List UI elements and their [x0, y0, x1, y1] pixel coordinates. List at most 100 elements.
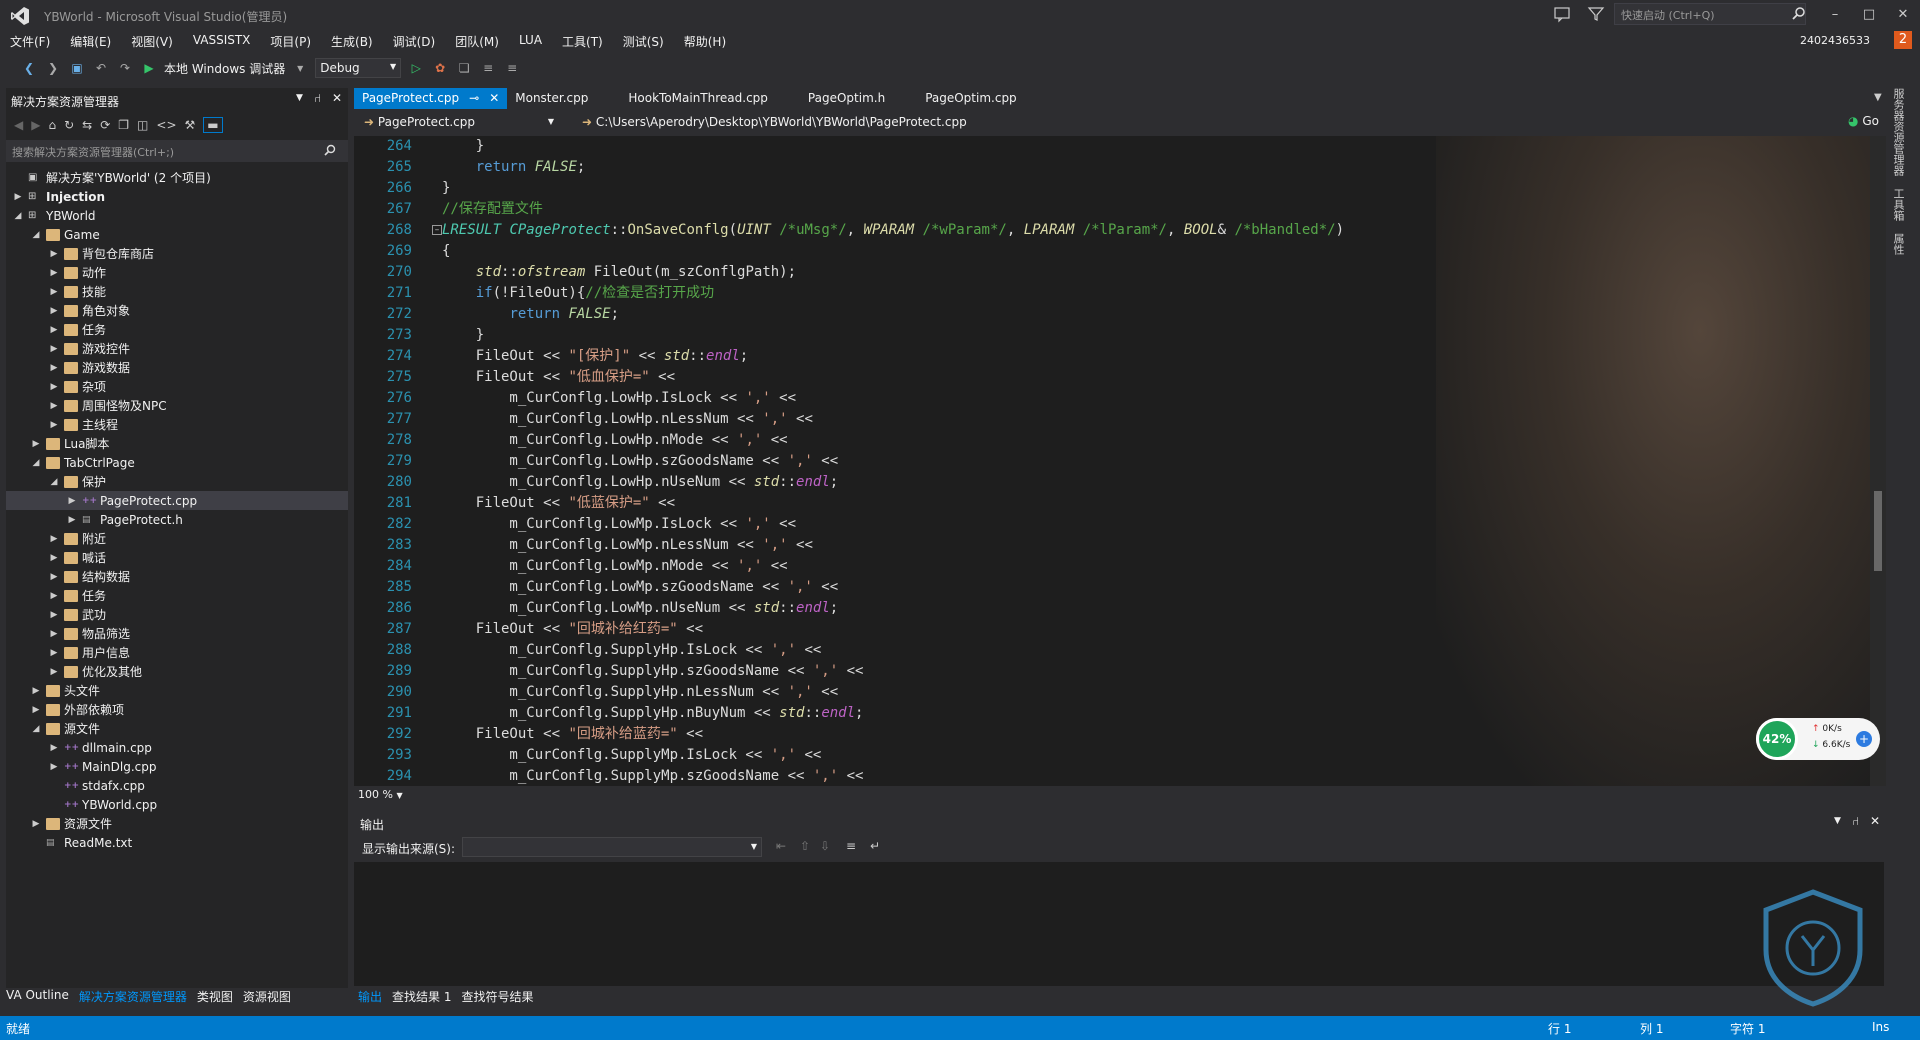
collapse-arrow-icon[interactable]: ▶	[48, 382, 60, 392]
quick-launch-input[interactable]: 快速启动 (Ctrl+Q)	[1614, 3, 1806, 25]
tree-item[interactable]: ▶ 物品筛选	[6, 624, 348, 643]
output-content[interactable]	[354, 862, 1884, 986]
collapse-arrow-icon[interactable]: ▶	[48, 572, 60, 582]
start-debug-icon[interactable]: ▶	[140, 59, 158, 77]
tree-item[interactable]: ▶ ++ MainDlg.cpp	[6, 757, 348, 776]
menu-item[interactable]: 编辑(E)	[60, 30, 121, 52]
collapse-arrow-icon[interactable]: ▶	[48, 306, 60, 316]
collapse-toggle[interactable]: –	[432, 225, 442, 235]
tree-item[interactable]: ◢ Game	[6, 225, 348, 244]
maximize-button[interactable]: □	[1856, 2, 1882, 26]
refresh-icon[interactable]: ⟳	[100, 118, 110, 132]
tree-item[interactable]: ▶ 技能	[6, 282, 348, 301]
collapse-arrow-icon[interactable]: ▶	[30, 686, 42, 696]
document-tab[interactable]: Monster.cpp	[507, 88, 596, 109]
side-tool-tab[interactable]: 属性	[1890, 233, 1906, 255]
close-icon[interactable]: ✕	[1870, 814, 1880, 828]
panel-tab[interactable]: 输出	[358, 988, 382, 1005]
go-button[interactable]: ◕ Go	[1848, 114, 1879, 128]
code-area[interactable]: } return FALSE;} //保存配置文件 LRESULT CPagePro…	[442, 136, 1344, 786]
tree-item[interactable]: ▶ 背包仓库商店	[6, 244, 348, 263]
document-tab[interactable]: PageOptim.h	[800, 88, 893, 109]
menu-item[interactable]: 生成(B)	[321, 30, 383, 52]
panel-tab[interactable]: VA Outline	[6, 988, 69, 1005]
tree-item[interactable]: ▶ 动作	[6, 263, 348, 282]
collapse-arrow-icon[interactable]: ▶	[48, 534, 60, 544]
code-line[interactable]: m_CurConflg.SupplyHp.szGoodsName << ',' …	[442, 661, 1344, 682]
collapse-arrow-icon[interactable]: ▶	[30, 819, 42, 829]
code-line[interactable]: FileOut << "回城补给红药=" <<	[442, 619, 1344, 640]
chevron-down-icon[interactable]: ▼	[291, 59, 309, 77]
output-source-select[interactable]: ▼	[462, 837, 762, 857]
tree-item[interactable]: ▶ 角色对象	[6, 301, 348, 320]
attach-icon[interactable]: ✿	[431, 59, 449, 77]
panel-tab[interactable]: 资源视图	[243, 988, 291, 1005]
tree-item[interactable]: ▶ ▤ PageProtect.h	[6, 510, 348, 529]
code-line[interactable]: m_CurConflg.SupplyHp.nBuyNum << std::end…	[442, 703, 1344, 724]
tree-item[interactable]: ▣ 解决方案'YBWorld' (2 个项目)	[6, 168, 348, 187]
view-code-icon[interactable]: <>	[156, 118, 176, 132]
collapse-arrow-icon[interactable]: ▶	[30, 439, 42, 449]
code-line[interactable]: //保存配置文件	[442, 199, 1344, 220]
tree-item[interactable]: ▶ 资源文件	[6, 814, 348, 833]
collapse-arrow-icon[interactable]: ▶	[48, 743, 60, 753]
minimize-button[interactable]: –	[1822, 2, 1848, 26]
chevron-down-icon[interactable]: ▼	[1834, 816, 1841, 826]
close-icon[interactable]: ✕	[489, 91, 499, 106]
code-line[interactable]: std::ofstream FileOut(m_szConflgPath);	[442, 262, 1344, 283]
tree-item[interactable]: ▶ 附近	[6, 529, 348, 548]
tree-item[interactable]: ▶ ⊞ Injection	[6, 187, 348, 206]
code-line[interactable]: {	[442, 241, 1344, 262]
code-line[interactable]: }	[442, 178, 1344, 199]
tree-item[interactable]: ▶ 游戏控件	[6, 339, 348, 358]
code-line[interactable]: m_CurConflg.LowHp.nMode << ',' <<	[442, 430, 1344, 451]
debugger-target[interactable]: 本地 Windows 调试器	[164, 60, 285, 77]
collapse-arrow-icon[interactable]: ▶	[48, 420, 60, 430]
undo-icon[interactable]: ↶	[92, 59, 110, 77]
tree-item[interactable]: ++ YBWorld.cpp	[6, 795, 348, 814]
document-tab[interactable]: PageOptim.cpp	[917, 88, 1025, 109]
code-line[interactable]: FileOut << "低血保护=" <<	[442, 367, 1344, 388]
tree-item[interactable]: ▶ 外部依赖项	[6, 700, 348, 719]
tree-item[interactable]: ▶ 优化及其他	[6, 662, 348, 681]
code-line[interactable]: m_CurConflg.LowMp.IsLock << ',' <<	[442, 514, 1344, 535]
side-tool-tab[interactable]: 服务器资源管理器	[1890, 88, 1906, 176]
search-icon[interactable]	[1792, 6, 1806, 20]
notification-badge[interactable]: 2	[1894, 31, 1912, 49]
menu-item[interactable]: 帮助(H)	[674, 30, 736, 52]
code-line[interactable]: m_CurConflg.LowMp.nMode << ',' <<	[442, 556, 1344, 577]
code-line[interactable]: }	[442, 325, 1344, 346]
code-line[interactable]: m_CurConflg.LowHp.IsLock << ',' <<	[442, 388, 1344, 409]
previous-message-icon[interactable]: ⇧	[800, 839, 810, 853]
close-button[interactable]: ✕	[1890, 2, 1916, 26]
expand-arrow-icon[interactable]: ◢	[30, 458, 42, 468]
code-line[interactable]: FileOut << "[保护]" << std::endl;	[442, 346, 1344, 367]
code-line[interactable]: m_CurConflg.SupplyHp.nLessNum << ',' <<	[442, 682, 1344, 703]
menu-item[interactable]: 团队(M)	[445, 30, 509, 52]
close-icon[interactable]: ✕	[332, 91, 342, 105]
tree-item[interactable]: ▶ 武功	[6, 605, 348, 624]
code-line[interactable]: if(!FileOut){//检查是否打开成功	[442, 283, 1344, 304]
tree-item[interactable]: ▶ 用户信息	[6, 643, 348, 662]
plus-icon[interactable]: +	[1856, 731, 1872, 747]
pin-icon[interactable]: ⊸	[469, 91, 479, 106]
back-icon[interactable]: ◀	[14, 118, 23, 132]
expand-arrow-icon[interactable]: ◢	[30, 230, 42, 240]
tree-item[interactable]: ▤ ReadMe.txt	[6, 833, 348, 852]
outdent-icon[interactable]: ≡	[503, 59, 521, 77]
menu-item[interactable]: LUA	[509, 30, 552, 52]
code-line[interactable]: m_CurConflg.LowHp.nUseNum << std::endl;	[442, 472, 1344, 493]
collapse-arrow-icon[interactable]: ▶	[48, 629, 60, 639]
menu-item[interactable]: 项目(P)	[260, 30, 321, 52]
menu-item[interactable]: 文件(F)	[0, 30, 60, 52]
collapse-arrow-icon[interactable]: ▶	[30, 705, 42, 715]
side-tool-tab[interactable]: 工具箱	[1890, 188, 1906, 221]
collapse-arrow-icon[interactable]: ▶	[48, 344, 60, 354]
redo-icon[interactable]: ↷	[116, 59, 134, 77]
word-wrap-icon[interactable]: ↵	[870, 839, 880, 853]
code-line[interactable]: m_CurConflg.LowMp.nUseNum << std::endl;	[442, 598, 1344, 619]
collapse-arrow-icon[interactable]: ▶	[48, 553, 60, 563]
menu-item[interactable]: 测试(S)	[613, 30, 674, 52]
tree-item[interactable]: ▶ 头文件	[6, 681, 348, 700]
expand-arrow-icon[interactable]: ◢	[30, 724, 42, 734]
